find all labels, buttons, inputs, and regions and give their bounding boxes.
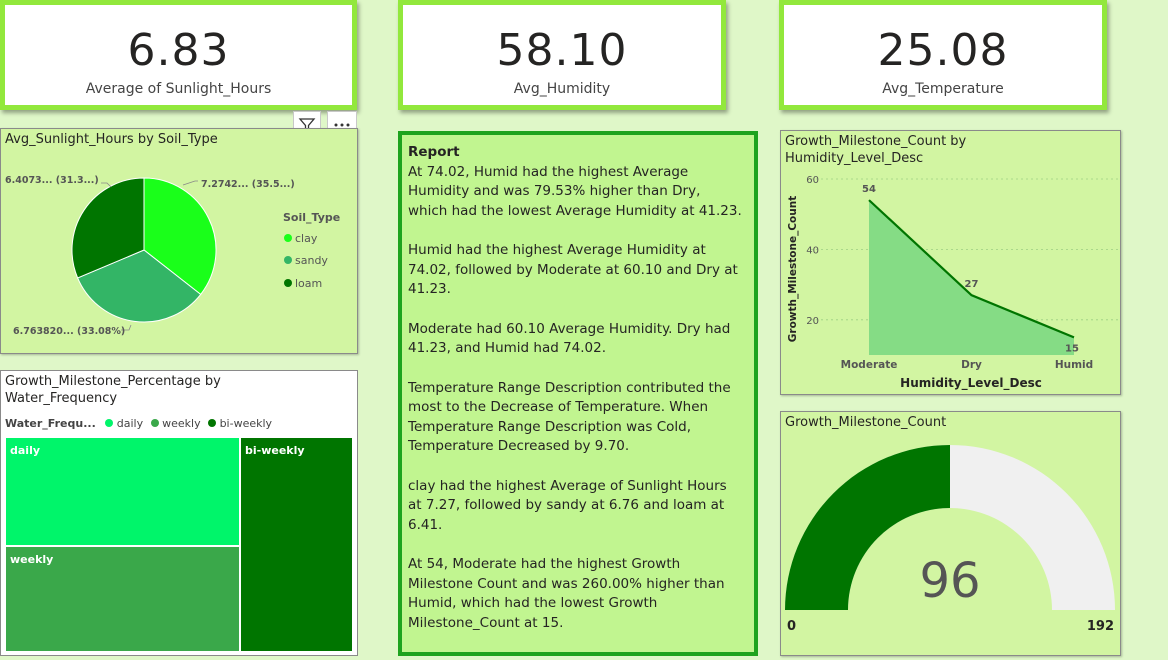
legend-item-bi-weekly[interactable]: bi-weekly: [220, 417, 272, 430]
gauge-panel[interactable]: Growth_Milestone_Count 96 0 192: [780, 411, 1121, 656]
x-axis-title: Humidity_Level_Desc: [900, 376, 1042, 391]
data-label: 27: [965, 279, 979, 290]
legend-marker-sandy: [284, 256, 292, 264]
treemap-panel[interactable]: Growth_Milestone_Percentage by Water_Fre…: [0, 370, 358, 656]
legend-marker-loam: [284, 279, 292, 287]
kpi-label: Avg_Humidity: [513, 81, 611, 97]
y-axis-title: Growth_Milestone_Count: [787, 196, 799, 342]
x-tick-label: Dry: [961, 359, 982, 371]
data-label: 15: [1065, 343, 1079, 354]
area-chart-panel[interactable]: Growth_Milestone_Count by Humidity_Level…: [780, 130, 1121, 395]
legend-marker-bi-weekly: [208, 419, 217, 427]
report-panel[interactable]: Report At 74.02, Humid had the highest A…: [398, 131, 758, 656]
kpi-value: 6.83: [127, 25, 230, 76]
legend-item-clay[interactable]: clay: [295, 232, 318, 245]
treemap-cell-label: daily: [10, 444, 41, 457]
legend-title: Water_Frequ...: [5, 417, 96, 430]
pie-label-clay: 7.2742... (35.5...): [201, 179, 295, 190]
area-chart: 20 40 60 54 27 15 Moderate Dry Humid Growth_Mi…: [787, 175, 1119, 391]
y-tick-label: 20: [806, 316, 819, 327]
leader-line: [182, 180, 198, 186]
x-tick-label: Moderate: [841, 359, 898, 371]
gauge-min-label: 0: [787, 619, 796, 634]
legend-marker-daily: [105, 419, 114, 427]
more-icon: [334, 123, 350, 126]
pie-chart-panel[interactable]: Avg_Sunlight_Hours by Soil_Type 7.2742..…: [0, 128, 358, 354]
report-paragraph: Temperature Range Description contribute…: [408, 379, 731, 455]
legend-item-loam[interactable]: loam: [295, 277, 322, 290]
kpi-value: 25.08: [877, 25, 1009, 76]
report-paragraph: Moderate had 60.10 Average Humidity. Dry…: [408, 320, 731, 357]
pie-label-sandy: 6.763820... (33.08%): [13, 326, 125, 337]
pie-chart: 7.2742... (35.5...) 6.763820... (33.08%)…: [5, 175, 340, 337]
chart-title: Growth_Milestone_Percentage by Water_Fre…: [5, 374, 221, 406]
kpi-card-sunlight[interactable]: 6.83 Average of Sunlight_Hours: [0, 0, 357, 110]
report-paragraph: At 74.02, Humid had the highest Average …: [408, 163, 742, 219]
treemap-cell-daily[interactable]: daily: [5, 437, 240, 546]
kpi-value: 58.10: [496, 25, 628, 76]
report-paragraph: At 54, Moderate had the highest Growth M…: [408, 556, 725, 631]
kpi-label: Average of Sunlight_Hours: [85, 81, 272, 97]
legend-marker-clay: [284, 234, 292, 242]
treemap-cell-label: weekly: [10, 553, 54, 566]
x-tick-label: Humid: [1055, 359, 1093, 371]
treemap-cell-weekly[interactable]: weekly: [5, 546, 240, 652]
kpi-card-temperature[interactable]: 25.08 Avg_Temperature: [779, 0, 1107, 110]
treemap-cell-label: bi-weekly: [245, 444, 305, 457]
report-heading: Report: [408, 144, 460, 160]
report-paragraph: clay had the highest Average of Sunlight…: [408, 477, 727, 533]
pie-label-loam: 6.4073... (31.3...): [5, 175, 99, 186]
legend-item-sandy[interactable]: sandy: [295, 254, 328, 267]
data-label: 54: [862, 184, 876, 195]
treemap-cell-bi-weekly[interactable]: bi-weekly: [240, 437, 353, 652]
kpi-card-humidity[interactable]: 58.10 Avg_Humidity: [398, 0, 726, 110]
kpi-label: Avg_Temperature: [882, 81, 1004, 97]
area-fill: [869, 200, 1074, 355]
legend-item-weekly[interactable]: weekly: [162, 417, 200, 430]
legend-title: Soil_Type: [283, 211, 340, 224]
report-text: Report At 74.02, Humid had the highest A…: [408, 143, 742, 653]
gauge-max-label: 192: [1087, 619, 1114, 634]
gauge-value: 96: [919, 553, 980, 609]
gauge-chart: 96 0 192: [785, 444, 1115, 634]
legend-marker-weekly: [150, 419, 159, 427]
y-tick-label: 60: [806, 175, 819, 186]
legend-item-daily[interactable]: daily: [117, 417, 143, 430]
treemap-legend: Water_Frequ... daily weekly bi-weekly: [5, 417, 272, 430]
y-tick-label: 40: [806, 245, 819, 256]
report-paragraph: Humid had the highest Average Humidity a…: [408, 242, 738, 297]
